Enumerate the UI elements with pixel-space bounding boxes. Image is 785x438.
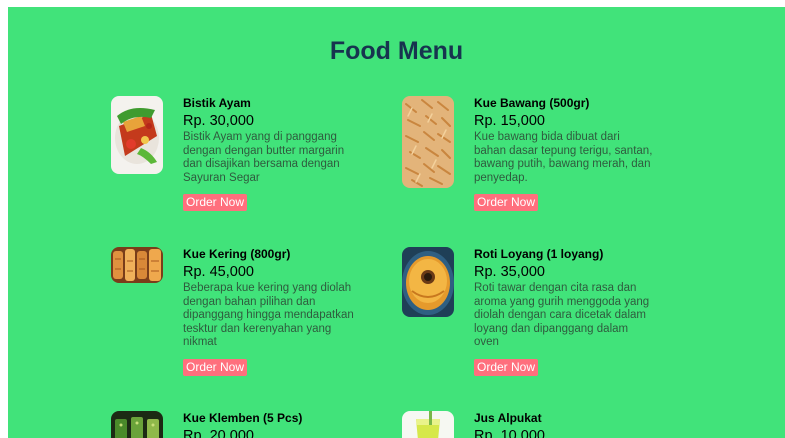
- food-image-kue-klemben: [111, 411, 163, 438]
- item-description: Roti tawar dengan cita rasa dan aroma ya…: [474, 282, 650, 349]
- order-now-button[interactable]: Order Now: [474, 194, 539, 212]
- item-description: Beberapa kue kering yang diolah dengan b…: [183, 282, 354, 349]
- food-image-bistik-ayam: [111, 96, 163, 174]
- food-image-roti-loyang: [402, 247, 454, 317]
- order-now-button[interactable]: Order Now: [183, 358, 248, 376]
- item-name: Kue Klemben (5 Pcs): [183, 411, 303, 425]
- food-image-jus-alpukat: [402, 411, 454, 438]
- food-image-kue-bawang: [402, 96, 454, 188]
- item-description: Kue bawang bida dibuat dari bahan dasar …: [474, 131, 653, 184]
- item-name: Jus Alpukat: [474, 411, 542, 425]
- page-title: Food Menu: [329, 37, 464, 65]
- item-price: Rp. 15,000: [474, 113, 545, 129]
- item-name: Kue Kering (800gr): [183, 247, 291, 261]
- item-name: Kue Bawang (500gr): [474, 96, 590, 110]
- order-now-button[interactable]: Order Now: [183, 194, 248, 212]
- item-price: Rp. 45,000: [183, 264, 254, 280]
- item-price: Rp. 30,000: [183, 113, 254, 129]
- item-name: Bistik Ayam: [183, 96, 251, 110]
- order-now-button[interactable]: Order Now: [474, 358, 539, 376]
- menu-panel: Food Menu Bistik Ayam Rp. 30,000 Bistik …: [8, 7, 785, 438]
- item-name: Roti Loyang (1 loyang): [474, 247, 604, 261]
- item-price: Rp. 20,000: [183, 428, 254, 438]
- food-image-kue-kering: [111, 247, 163, 283]
- item-price: Rp. 10,000: [474, 428, 545, 438]
- item-price: Rp. 35,000: [474, 264, 545, 280]
- item-description: Bistik Ayam yang di panggang dengan deng…: [183, 131, 345, 184]
